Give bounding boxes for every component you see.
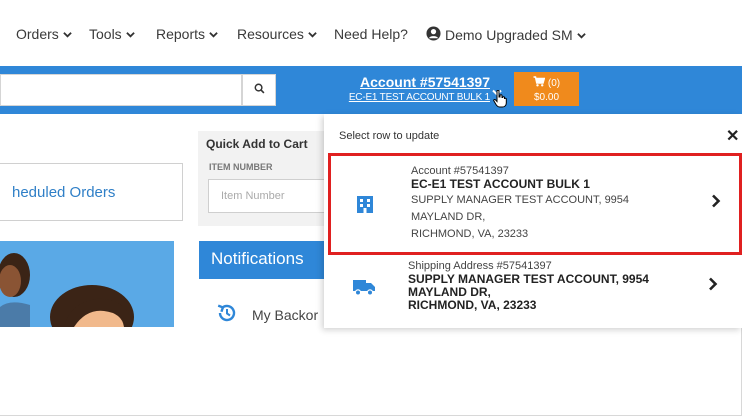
shipping-address-row[interactable]: Shipping Address #57541397 SUPPLY MANAGE…: [328, 257, 742, 327]
nav-help-label: Need Help?: [334, 26, 408, 42]
account-selector[interactable]: Account #57541397 EC-E1 TEST ACCOUNT BUL…: [340, 74, 490, 103]
quick-add-title: Quick Add to Cart: [206, 137, 308, 151]
account-row-address2: MAYLAND DR,: [411, 211, 486, 223]
nav-tools[interactable]: Tools: [89, 26, 135, 42]
nav-resources[interactable]: Resources: [237, 26, 317, 42]
account-row-address3: RICHMOND, VA, 23233: [411, 228, 529, 240]
nav-orders[interactable]: Orders: [16, 26, 72, 42]
account-select-panel: Select row to update ✕ Account #57541397…: [324, 114, 742, 328]
cart-total: $0.00: [533, 92, 560, 103]
item-number-field[interactable]: Item Number: [208, 179, 328, 213]
nav-tools-label: Tools: [89, 26, 122, 42]
shipping-row-label: Shipping Address #57541397: [408, 260, 552, 272]
notification-label: My Backor: [252, 306, 319, 323]
search-icon: [254, 81, 265, 99]
search-input[interactable]: [0, 74, 242, 106]
chevron-right-icon[interactable]: [708, 277, 718, 296]
cart-count: (0): [547, 77, 561, 89]
chevron-right-icon[interactable]: [711, 194, 721, 213]
item-number-label: ITEM NUMBER: [209, 162, 273, 172]
account-name[interactable]: EC-E1 TEST ACCOUNT BULK 1: [340, 92, 490, 103]
hand-cursor-icon: [493, 89, 507, 113]
cart-icon: [533, 76, 546, 90]
chevron-down-icon: [576, 31, 586, 40]
nav-resources-label: Resources: [237, 26, 304, 42]
notification-backorders[interactable]: My Backor: [216, 302, 318, 327]
nav-reports-label: Reports: [156, 26, 206, 42]
search-button[interactable]: [242, 74, 276, 106]
scheduled-orders-label: heduled Orders: [12, 183, 116, 201]
account-row[interactable]: Account #57541397 EC-E1 TEST ACCOUNT BUL…: [328, 153, 742, 255]
nav-user-label: Demo Upgraded SM: [445, 27, 573, 43]
truck-icon: [352, 277, 376, 302]
close-icon[interactable]: ✕: [726, 126, 739, 146]
top-nav: Orders Tools Reports Resources Need Help…: [0, 0, 742, 66]
user-icon: [426, 26, 441, 44]
chevron-down-icon: [209, 30, 218, 39]
account-row-address1: SUPPLY MANAGER TEST ACCOUNT, 9954: [411, 194, 630, 206]
history-icon: [216, 302, 238, 327]
panel-title: Select row to update: [339, 130, 440, 142]
building-icon: [355, 194, 375, 219]
nav-reports[interactable]: Reports: [156, 26, 218, 42]
nav-help[interactable]: Need Help?: [334, 26, 408, 42]
nav-orders-label: Orders: [16, 26, 59, 42]
account-row-label: Account #57541397: [411, 165, 509, 177]
cart-button[interactable]: (0) $0.00: [514, 72, 579, 106]
shipping-row-address3: RICHMOND, VA, 23233: [408, 298, 537, 312]
chevron-down-icon: [308, 30, 317, 39]
notifications-title: Notifications: [199, 241, 325, 279]
nav-user-menu[interactable]: Demo Upgraded SM: [426, 26, 586, 44]
promo-illustration: [0, 241, 174, 327]
chevron-down-icon: [125, 30, 135, 39]
chevron-down-icon: [63, 30, 72, 39]
account-row-name: EC-E1 TEST ACCOUNT BULK 1: [411, 177, 590, 191]
account-number[interactable]: Account #57541397: [340, 74, 490, 90]
scheduled-orders-link[interactable]: heduled Orders: [0, 163, 183, 221]
